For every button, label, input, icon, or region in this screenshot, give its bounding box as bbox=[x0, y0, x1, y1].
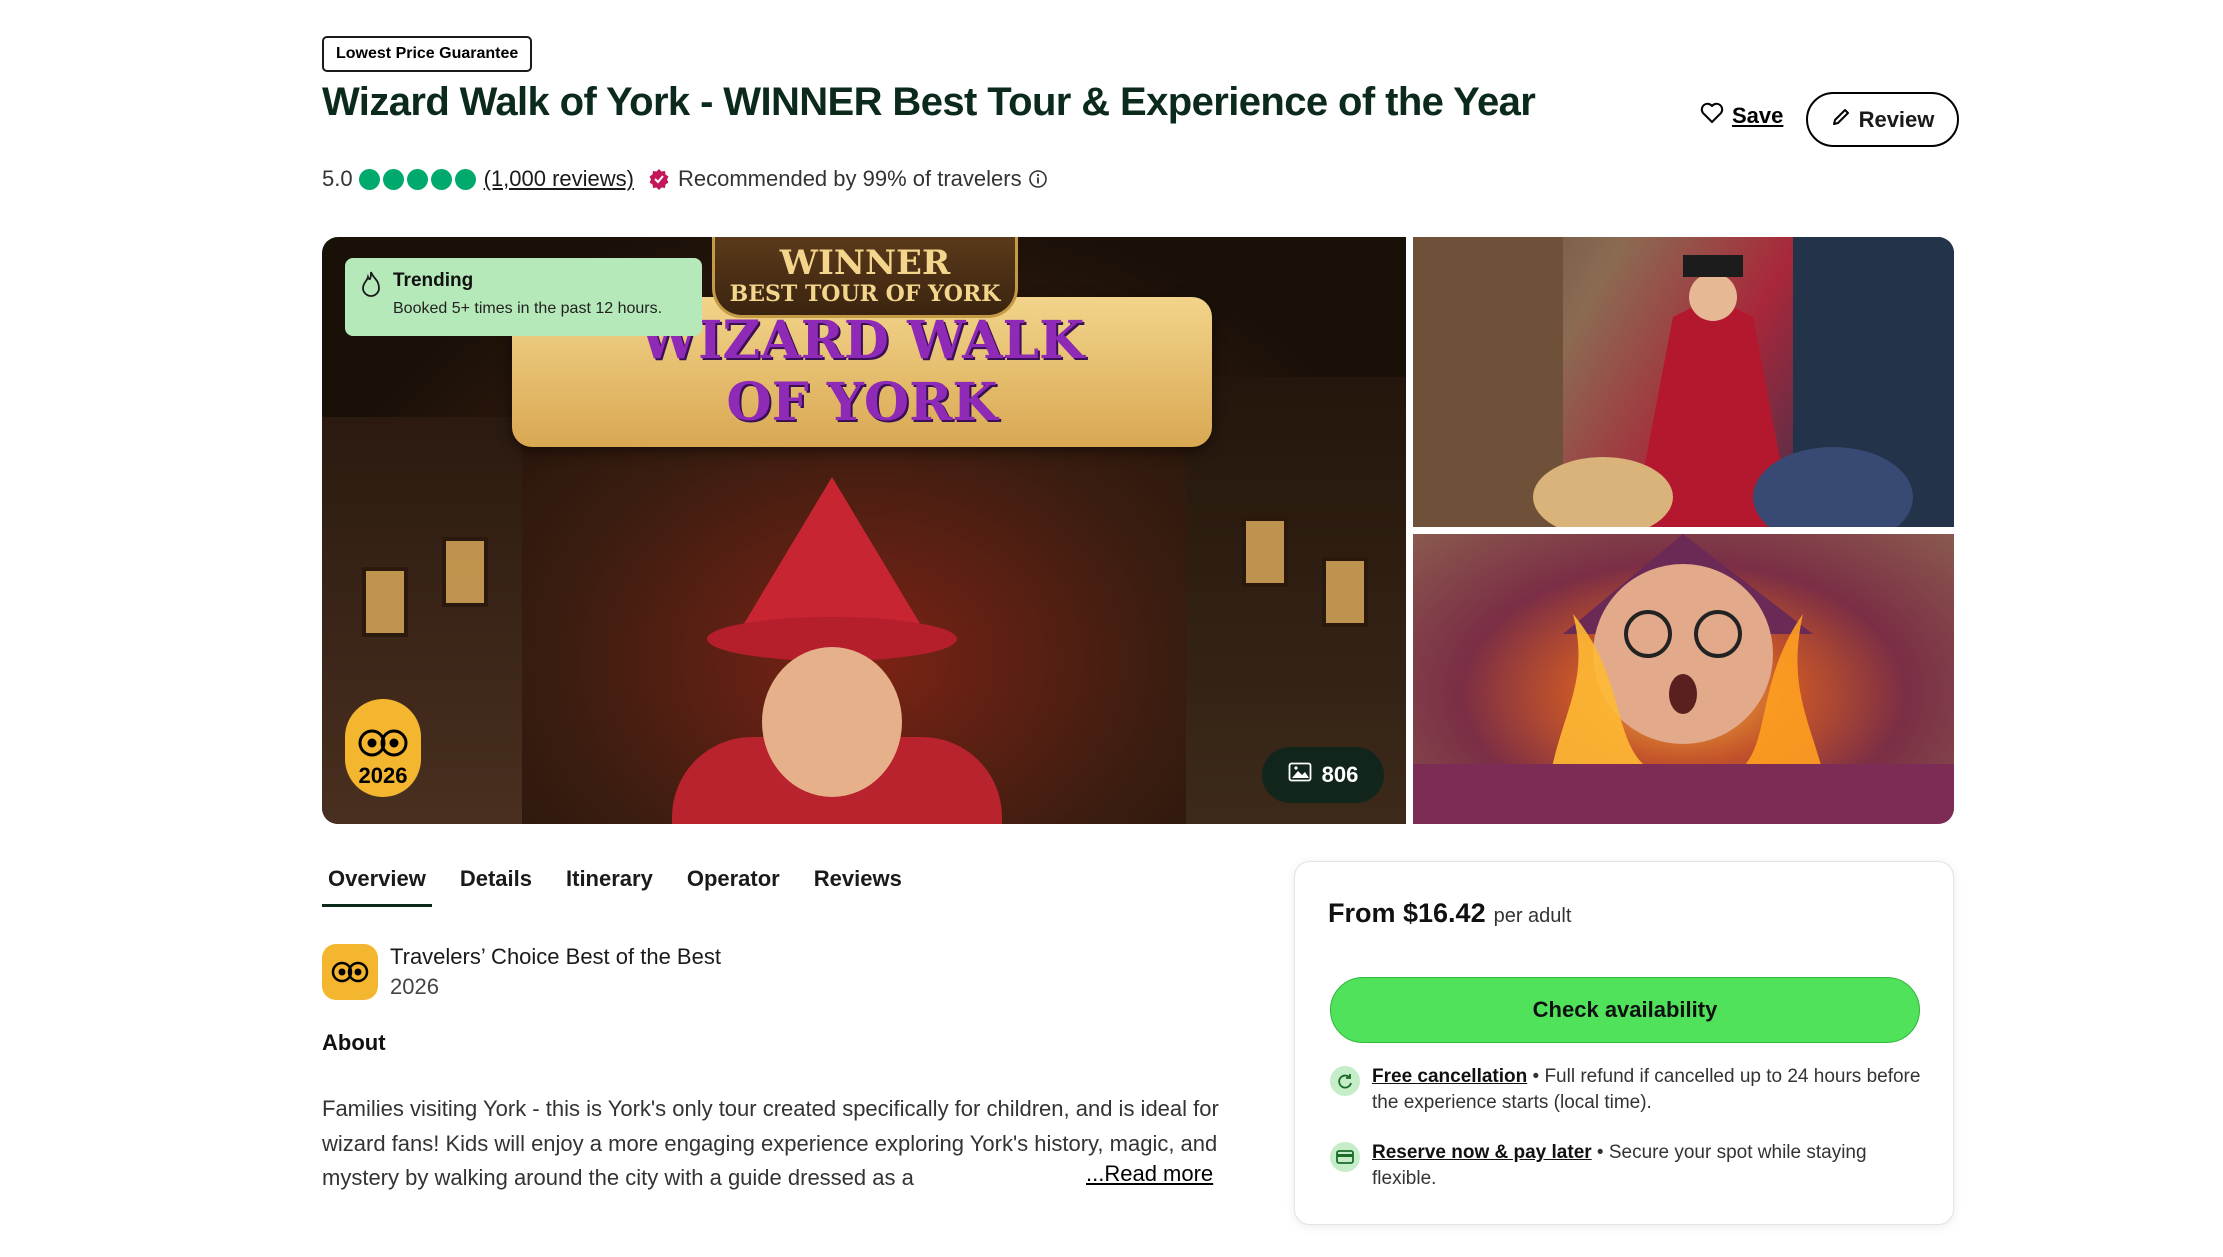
rating-bubbles bbox=[358, 168, 476, 190]
travelers-choice-year: 2026 bbox=[390, 974, 439, 999]
info-icon[interactable] bbox=[1028, 169, 1048, 189]
save-label: Save bbox=[1732, 103, 1784, 128]
winner-sign-line-1: WINNER bbox=[779, 243, 951, 283]
rating-score: 5.0 bbox=[322, 166, 353, 191]
travelers-choice-row: Travelers’ Choice Best of the Best 2026 bbox=[322, 944, 721, 1000]
photo-window bbox=[1242, 517, 1288, 587]
tab-overview[interactable]: Overview bbox=[322, 866, 432, 907]
card-icon bbox=[1330, 1142, 1360, 1172]
heart-icon bbox=[1700, 102, 1724, 130]
award-year: 2026 bbox=[358, 763, 408, 788]
wizard-hat bbox=[742, 477, 922, 627]
photo-window bbox=[1322, 557, 1368, 627]
photo-icon bbox=[1288, 762, 1312, 788]
rating-bubble-icon bbox=[406, 168, 428, 190]
trending-title: Trending bbox=[393, 270, 474, 291]
side-photo-top[interactable] bbox=[1413, 237, 1954, 527]
side-photo-bottom[interactable] bbox=[1413, 534, 1954, 824]
flame-icon bbox=[359, 270, 383, 324]
lowest-price-guarantee-badge: Lowest Price Guarantee bbox=[322, 36, 533, 72]
save-button[interactable]: Save bbox=[1700, 102, 1783, 130]
travelers-choice-icon bbox=[322, 944, 378, 1000]
winner-sign: WINNER BEST TOUR OF YORK bbox=[712, 237, 1018, 318]
price-from: From $16.42 bbox=[1328, 898, 1486, 928]
reserve-pay-later-link[interactable]: Reserve now & pay later bbox=[1372, 1142, 1592, 1163]
free-cancellation-link[interactable]: Free cancellation bbox=[1372, 1066, 1527, 1087]
sign-line-1: WIZARD WALK bbox=[639, 310, 1085, 371]
photo-window bbox=[442, 537, 488, 607]
section-tabs: Overview Details Itinerary Operator Revi… bbox=[322, 866, 930, 907]
refresh-icon bbox=[1330, 1066, 1360, 1096]
sign-line-2: OF YORK bbox=[726, 372, 998, 433]
rating-bubble-icon bbox=[430, 168, 452, 190]
price-unit: per adult bbox=[1493, 905, 1572, 927]
rating-bubble-icon bbox=[358, 168, 380, 190]
travelers-choice-title: Travelers’ Choice Best of the Best bbox=[390, 944, 721, 969]
trending-badge: Trending Booked 5+ times in the past 12 … bbox=[345, 258, 702, 336]
free-cancellation-row: Free cancellation • Full refund if cance… bbox=[1330, 1064, 1930, 1116]
tab-operator[interactable]: Operator bbox=[681, 866, 786, 907]
reserve-pay-later-row: Reserve now & pay later • Secure your sp… bbox=[1330, 1140, 1930, 1192]
check-availability-button[interactable]: Check availability bbox=[1330, 977, 1920, 1043]
review-label: Review bbox=[1858, 106, 1935, 132]
about-heading: About bbox=[322, 1030, 386, 1055]
trending-text: Booked 5+ times in the past 12 hours. bbox=[393, 300, 663, 317]
rating-bubble-icon bbox=[382, 168, 404, 190]
pencil-icon bbox=[1831, 107, 1851, 133]
reviews-count-link[interactable]: (1,000 reviews) bbox=[484, 166, 634, 192]
side-photo-bottom-art bbox=[1413, 534, 1954, 824]
photo-count: 806 bbox=[1321, 762, 1359, 787]
read-more-link[interactable]: ...Read more bbox=[1080, 1161, 1214, 1187]
side-photo-top-art bbox=[1413, 237, 1954, 527]
recommended-text: Recommended by 99% of travelers bbox=[677, 166, 1022, 191]
photo-window bbox=[362, 567, 408, 637]
tripadvisor-owl-icon bbox=[356, 728, 410, 763]
photo-count-button[interactable]: 806 bbox=[1262, 747, 1384, 803]
winner-sign-line-2: BEST TOUR OF YORK bbox=[729, 281, 1001, 307]
price-line: From $16.42 per adult bbox=[1328, 898, 1571, 929]
page-title: Wizard Walk of York - WINNER Best Tour &… bbox=[322, 80, 1536, 124]
tab-itinerary[interactable]: Itinerary bbox=[560, 866, 659, 907]
rating-row: 5.0 (1,000 reviews) Recommended by 99% o… bbox=[322, 166, 1048, 192]
recommended-check-icon bbox=[648, 168, 670, 190]
tab-reviews[interactable]: Reviews bbox=[808, 866, 908, 907]
tab-details[interactable]: Details bbox=[454, 866, 538, 907]
review-button[interactable]: Review bbox=[1806, 92, 1959, 147]
travelers-choice-award-badge: 2026 bbox=[345, 699, 421, 797]
rating-bubble-icon bbox=[454, 168, 476, 190]
wizard-face bbox=[762, 647, 902, 797]
about-text-fade bbox=[1040, 1161, 1084, 1195]
